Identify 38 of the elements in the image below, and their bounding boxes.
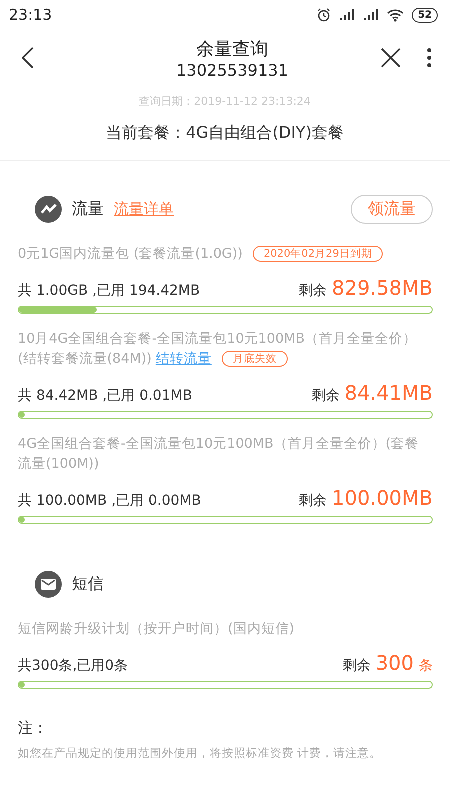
section-title: 短信 <box>72 574 104 594</box>
remaining-unit: 条 <box>419 657 433 675</box>
wifi-icon <box>387 8 404 22</box>
details-link[interactable]: 流量详单 <box>114 200 174 218</box>
clock: 23:13 <box>9 6 52 24</box>
remaining-value: 84.41MB <box>344 381 433 405</box>
current-plan: 当前套餐：4G自由组合(DIY)套餐 <box>105 123 345 144</box>
expiry-tag: 2020年02月29日到期 <box>252 246 384 262</box>
usage-text: 共 84.42MB ,已用 0.01MB <box>18 387 192 405</box>
claim-button[interactable]: 领流量 <box>351 194 433 224</box>
battery-level: 52 <box>412 8 438 22</box>
package-description: 10月4G全国组合套餐-全国流量包10元100MB（首月全量全价）(结转套餐流量(84M)) 结转流量 月底失效 <box>18 330 418 369</box>
remaining-value: 300 <box>376 651 414 675</box>
remaining-value: 829.58MB <box>332 276 433 300</box>
page-title: 余量查询 <box>196 38 268 60</box>
signal-icon <box>339 9 356 21</box>
remaining-label: 剩余 <box>312 387 340 405</box>
remaining-value: 100.00MB <box>332 486 433 510</box>
remaining-label: 剩余 <box>299 282 328 300</box>
usage-text: 共 1.00GB ,已用 194.42MB <box>18 282 200 300</box>
note-title: 注： <box>18 719 49 738</box>
remaining-label: 剩余 <box>342 657 371 675</box>
phone-number: 13025539131 <box>176 60 288 80</box>
trend-icon <box>35 196 62 222</box>
usage-text: 共300条,已用0条 <box>18 657 128 675</box>
more-icon <box>427 48 432 68</box>
signal-icon <box>363 9 380 21</box>
section-title: 流量 <box>72 198 104 220</box>
expiry-tag: 月底失效 <box>222 351 288 367</box>
carryover-link[interactable]: 结转流量 <box>156 351 212 367</box>
note-text: 如您在产品规定的使用范围外使用，将按照标准资费 计费，请注意。 <box>18 746 383 761</box>
envelope-icon <box>35 570 62 598</box>
remaining-label: 剩余 <box>299 492 328 510</box>
usage-text: 共 100.00MB ,已用 0.00MB <box>18 492 202 510</box>
package-description: 短信网龄升级计划（按开户时间）(国内短信) <box>18 620 296 639</box>
alarm-icon <box>317 8 332 22</box>
package-description: 0元1G国内流量包 (套餐流量(1.0G)) 2020年02月29日到期 <box>18 244 433 264</box>
package-description: 4G全国组合套餐-全国流量包10元100MB（首月全量全价）(套餐流量(100M)) <box>18 435 420 474</box>
